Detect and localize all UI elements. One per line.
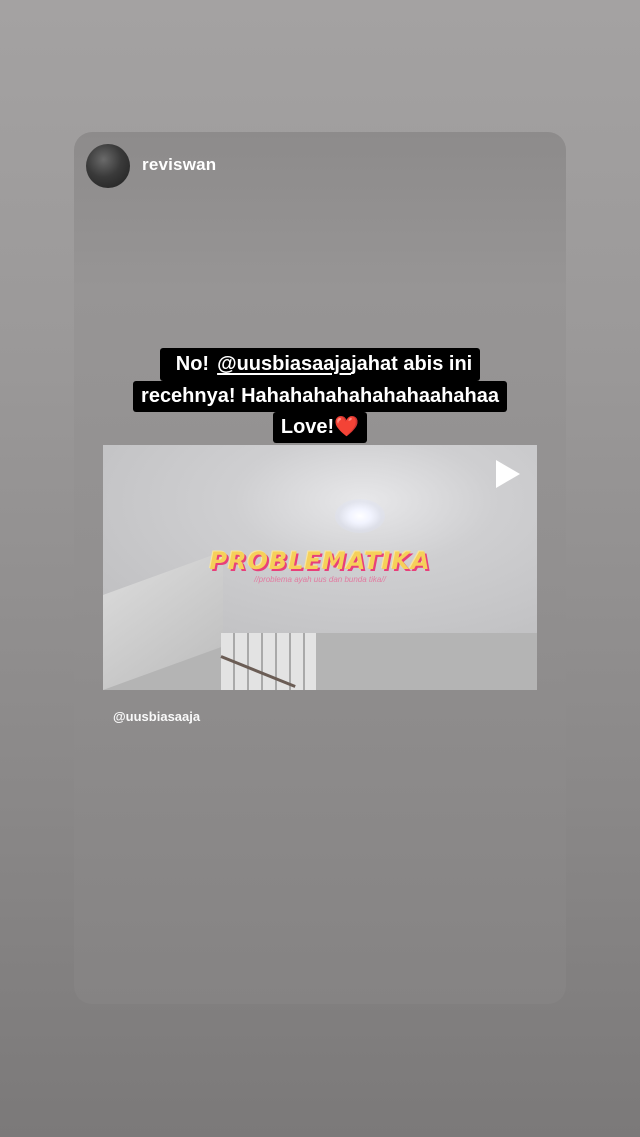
play-icon[interactable] bbox=[496, 460, 520, 488]
caption-text: No! bbox=[167, 349, 218, 380]
caption-text: recehnya! Hahahahahahahahaahahaa bbox=[133, 381, 507, 412]
mention-link[interactable]: @uusbiasaaja bbox=[217, 350, 351, 379]
avatar[interactable] bbox=[86, 144, 130, 188]
caption-line-2: recehnya! Hahahahahahahahaahahaa bbox=[0, 381, 640, 412]
caption-text: Love! bbox=[280, 416, 335, 438]
caption-line-3: Love! ❤️ bbox=[0, 412, 640, 443]
ceiling-light bbox=[335, 499, 385, 533]
logo-title: PROBLEMATIKA bbox=[209, 547, 431, 575]
username[interactable]: reviswan bbox=[142, 155, 216, 175]
heart-icon: ❤️ bbox=[334, 416, 360, 438]
caption-line-1: No! @uusbiasaaja jahat abis ini bbox=[0, 348, 640, 381]
logo-subtitle: //problema ayah uus dan bunda tika// bbox=[254, 575, 386, 584]
shared-video-thumbnail[interactable]: PROBLEMATIKA //problema ayah uus dan bun… bbox=[103, 445, 537, 690]
caption-text: jahat abis ini bbox=[351, 353, 473, 375]
video-logo: PROBLEMATIKA //problema ayah uus dan bun… bbox=[103, 547, 537, 584]
post-credit[interactable]: @uusbiasaaja bbox=[113, 709, 200, 724]
story-caption: No! @uusbiasaaja jahat abis ini recehnya… bbox=[0, 348, 640, 443]
